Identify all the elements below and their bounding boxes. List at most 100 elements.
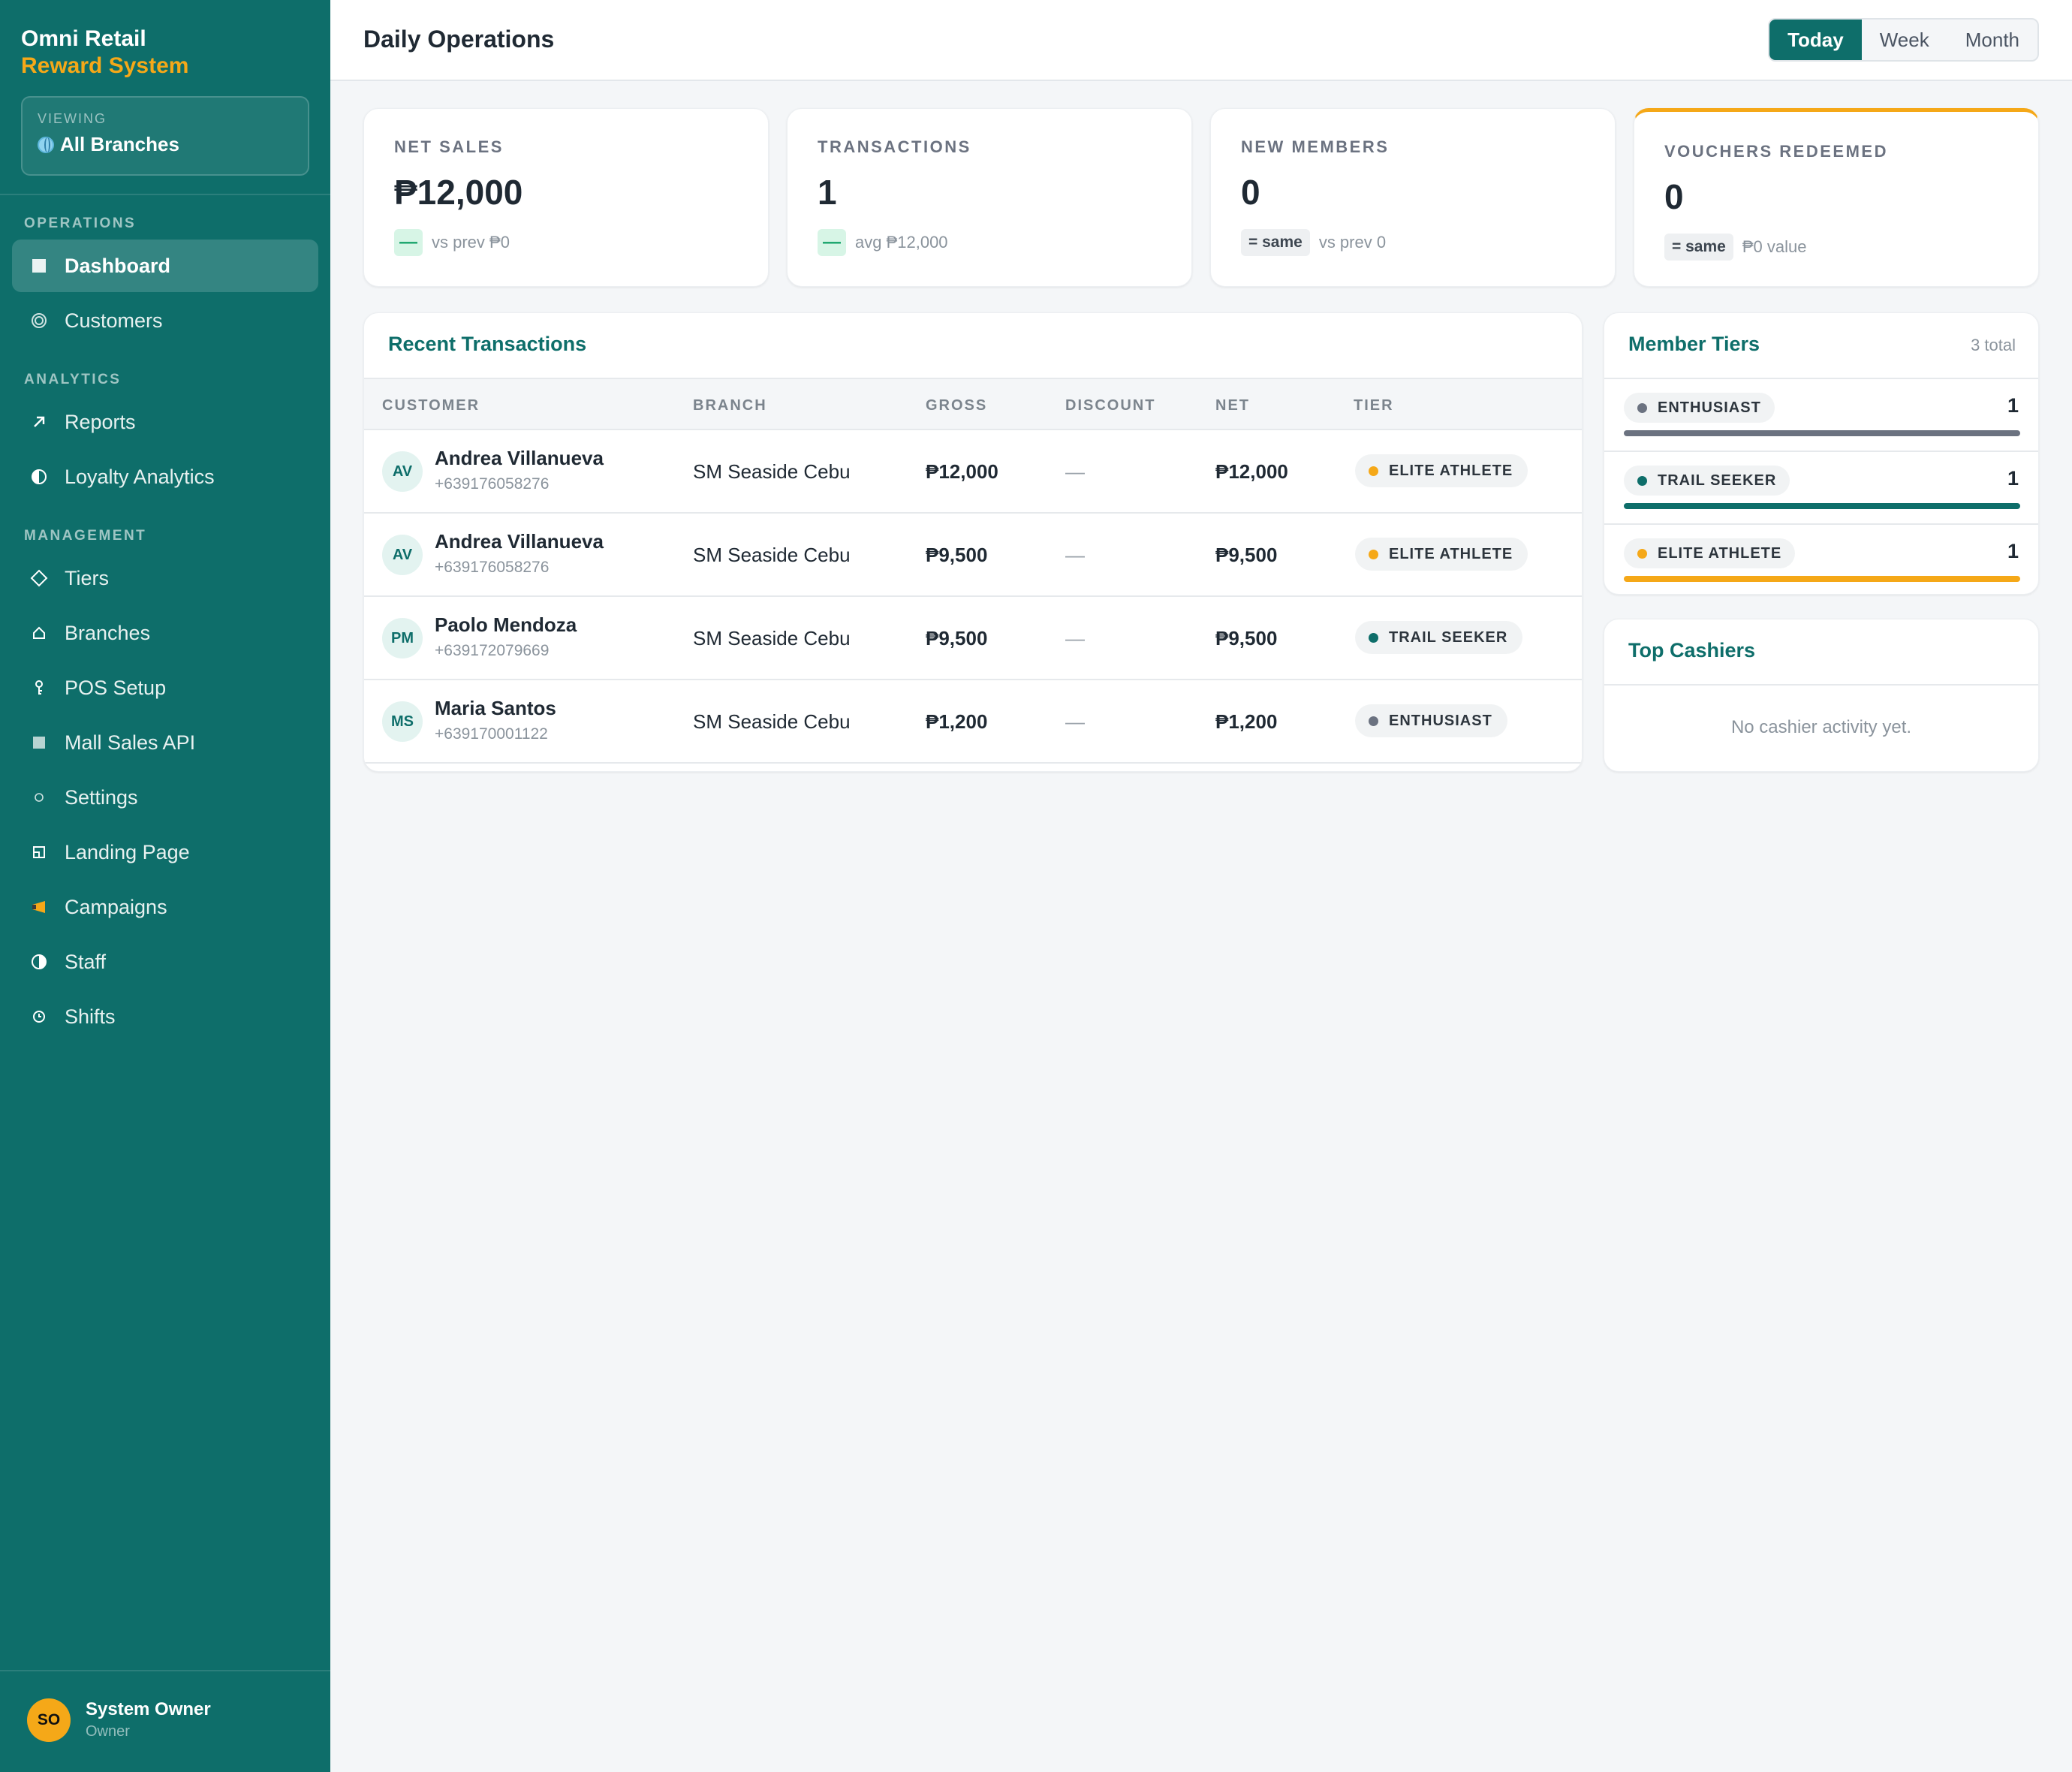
gross-cell: ₱12,000 xyxy=(926,460,998,483)
stat-card-new-members: NEW MEMBERS 0 = same vs prev 0 xyxy=(1210,108,1616,287)
net-cell: ₱1,200 xyxy=(1215,710,1278,733)
sidebar-item-label: Branches xyxy=(65,621,151,644)
user-role: Owner xyxy=(86,1723,130,1740)
stat-value: 0 xyxy=(1664,177,1684,216)
table-row[interactable]: AV Andrea Villanueva +639176058276 SM Se… xyxy=(364,430,1582,514)
table-row[interactable]: AV Andrea Villanueva +639176058276 SM Se… xyxy=(364,514,1582,597)
column-header: GROSS xyxy=(926,397,988,414)
tier-label: ENTHUSIAST xyxy=(1389,712,1492,729)
tier-badge: ENTHUSIAST xyxy=(1624,393,1775,423)
branch-cell: SM Seaside Cebu xyxy=(693,460,851,483)
column-header: BRANCH xyxy=(693,397,767,414)
sidebar-item-campaigns[interactable]: Campaigns xyxy=(12,881,318,933)
user-profile[interactable]: SO System Owner Owner xyxy=(27,1698,211,1742)
grid-icon xyxy=(30,734,48,752)
sidebar-item-branches[interactable]: Branches xyxy=(12,607,318,659)
page-icon xyxy=(30,843,48,861)
branch-selector-value: All Branches xyxy=(60,133,179,155)
section-operations: OPERATIONS xyxy=(24,215,137,231)
branch-selector[interactable]: VIEWING All Branches xyxy=(21,96,309,176)
brand-subtitle: Reward System xyxy=(21,53,189,78)
sidebar-item-tiers[interactable]: Tiers xyxy=(12,552,318,604)
tier-row[interactable]: ELITE ATHLETE 1 xyxy=(1604,523,2038,594)
sidebar-item-label: Landing Page xyxy=(65,840,190,863)
stat-card-net-sales: NET SALES ₱12,000 — vs prev ₱0 xyxy=(363,108,769,287)
panel-divider xyxy=(1604,684,2038,686)
stat-value: 0 xyxy=(1241,173,1260,212)
key-icon xyxy=(30,679,48,697)
avatar: MS xyxy=(382,701,423,742)
branch-cell: SM Seaside Cebu xyxy=(693,627,851,649)
brand-name: Omni Retail xyxy=(21,26,146,51)
sidebar-item-label: Loyalty Analytics xyxy=(65,465,215,488)
sidebar-item-settings[interactable]: Settings xyxy=(12,771,318,824)
sidebar-item-reports[interactable]: Reports xyxy=(12,396,318,448)
stat-value: ₱12,000 xyxy=(394,173,523,212)
tier-dot xyxy=(1369,716,1378,726)
discount-cell: — xyxy=(1065,627,1085,649)
branch-selector-caption: VIEWING xyxy=(38,111,107,126)
globe-icon xyxy=(38,136,54,153)
sidebar-item-label: Dashboard xyxy=(65,254,171,277)
gross-cell: ₱9,500 xyxy=(926,544,988,566)
user-name: System Owner xyxy=(86,1699,211,1719)
customer-phone: +639176058276 xyxy=(435,559,550,576)
stat-card-vouchers-redeemed: VOUCHERS REDEEMED 0 = same ₱0 value xyxy=(1634,108,2039,287)
tier-badge: ENTHUSIAST xyxy=(1355,704,1507,737)
tier-total: 3 total xyxy=(1971,336,2016,354)
range-month-button[interactable]: Month xyxy=(1947,20,2037,60)
tier-badge: TRAIL SEEKER xyxy=(1624,466,1790,496)
tier-dot xyxy=(1369,466,1378,476)
avatar: PM xyxy=(382,618,423,658)
half-circle-icon xyxy=(30,468,48,486)
diamond-icon xyxy=(30,569,48,587)
tier-badge: ELITE ATHLETE xyxy=(1624,538,1796,568)
customer-name: Andrea Villanueva xyxy=(435,530,604,553)
stat-value: 1 xyxy=(818,173,837,212)
sidebar-item-label: Reports xyxy=(65,410,136,433)
top-cashiers-panel: Top Cashiers No cashier activity yet. xyxy=(1604,619,2039,772)
sidebar-item-customers[interactable]: Customers xyxy=(12,294,318,347)
stat-badge: — xyxy=(818,229,846,256)
sidebar-item-shifts[interactable]: Shifts xyxy=(12,990,318,1043)
sidebar-item-staff[interactable]: Staff xyxy=(12,936,318,988)
top-header: Daily Operations Today Week Month xyxy=(330,0,2072,81)
sidebar-item-label: Tiers xyxy=(65,566,109,589)
table-row[interactable]: PM Paolo Mendoza +639172079669 SM Seasid… xyxy=(364,597,1582,680)
tier-label: TRAIL SEEKER xyxy=(1658,472,1777,489)
section-management: MANAGEMENT xyxy=(24,528,147,544)
range-today-button[interactable]: Today xyxy=(1769,20,1862,60)
tier-badge: ELITE ATHLETE xyxy=(1355,538,1528,571)
sidebar-item-dashboard[interactable]: Dashboard xyxy=(12,240,318,292)
tier-badge: ELITE ATHLETE xyxy=(1355,454,1528,487)
gear-icon xyxy=(30,788,48,806)
empty-state: No cashier activity yet. xyxy=(1730,717,1912,737)
table-row[interactable]: MS Maria Santos +639170001122 SM Seaside… xyxy=(364,680,1582,764)
sidebar-item-pos-setup[interactable]: POS Setup xyxy=(12,661,318,714)
customer-name: Paolo Mendoza xyxy=(435,613,577,636)
sidebar-item-loyalty-analytics[interactable]: Loyalty Analytics xyxy=(12,451,318,503)
tier-row[interactable]: TRAIL SEEKER 1 xyxy=(1604,451,2038,523)
tier-bar xyxy=(1624,503,2020,509)
sidebar-item-mall-sales-api[interactable]: Mall Sales API xyxy=(12,716,318,769)
tier-row[interactable]: ENTHUSIAST 1 xyxy=(1604,378,2038,451)
stat-note: ₱0 value xyxy=(1742,237,1807,256)
range-week-button[interactable]: Week xyxy=(1862,20,1947,60)
sidebar-item-landing-page[interactable]: Landing Page xyxy=(12,826,318,878)
tier-label: TRAIL SEEKER xyxy=(1389,628,1508,646)
stat-badge: = same xyxy=(1664,234,1733,261)
stat-badge: — xyxy=(394,229,423,256)
column-header: CUSTOMER xyxy=(382,397,480,414)
tier-count: 1 xyxy=(2007,540,2019,562)
recent-transactions-panel: Recent Transactions CUSTOMER BRANCH GROS… xyxy=(363,312,1583,772)
tier-label: ELITE ATHLETE xyxy=(1389,545,1513,562)
tier-label: ENTHUSIAST xyxy=(1658,399,1761,416)
tier-label: ELITE ATHLETE xyxy=(1658,544,1782,562)
sidebar-item-label: Shifts xyxy=(65,1005,116,1028)
panel-title: Recent Transactions xyxy=(388,333,587,355)
tier-badge: TRAIL SEEKER xyxy=(1355,621,1523,654)
tier-count: 1 xyxy=(2007,467,2019,490)
avatar: SO xyxy=(27,1698,71,1742)
sidebar-item-label: Settings xyxy=(65,785,138,809)
panel-title: Top Cashiers xyxy=(1628,639,1756,661)
